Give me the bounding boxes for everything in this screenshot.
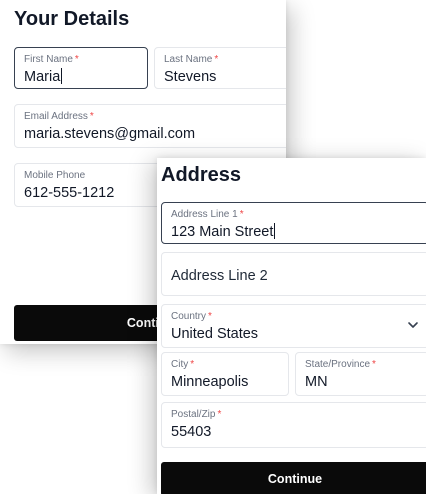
last-name-field[interactable]: Last Name * Stevens: [154, 47, 286, 89]
address-line1-label: Address Line 1: [171, 209, 238, 220]
city-value: Minneapolis: [171, 374, 249, 390]
last-name-value: Stevens: [164, 69, 217, 85]
state-province-label: State/Province: [305, 359, 371, 370]
postal-zip-field[interactable]: Postal/Zip * 55403: [161, 402, 426, 448]
postal-zip-value: 55403: [171, 424, 212, 440]
required-marker: *: [239, 209, 244, 220]
country-value: United States: [171, 326, 259, 342]
address-continue-button[interactable]: Continue: [161, 462, 426, 494]
email-value: maria.stevens@gmail.com: [24, 126, 196, 142]
required-marker: *: [217, 409, 222, 420]
address-line2-placeholder: Address Line 2: [171, 268, 268, 284]
details-title: Your Details: [14, 8, 130, 30]
first-name-field[interactable]: First Name * Maria: [14, 47, 148, 89]
required-marker: *: [208, 311, 212, 322]
postal-zip-label: Postal/Zip: [171, 409, 216, 420]
text-cursor: [61, 68, 63, 84]
address-line2-field[interactable]: Address Line 2: [161, 252, 426, 296]
city-field[interactable]: City * Minneapolis: [161, 352, 289, 396]
chevron-down-icon[interactable]: [407, 321, 419, 329]
required-marker: *: [74, 54, 79, 65]
address-card: Address Address Line 1 * 123 Main Street …: [157, 158, 426, 494]
email-field[interactable]: Email Address * maria.stevens@gmail.com: [14, 104, 286, 148]
required-marker: *: [214, 54, 219, 65]
first-name-label: First Name: [24, 54, 73, 65]
country-select[interactable]: Country * United States: [161, 304, 426, 348]
address-line1-value: 123 Main Street: [171, 224, 274, 240]
address-line1-field[interactable]: Address Line 1 * 123 Main Street: [161, 202, 426, 244]
required-marker: *: [89, 111, 94, 122]
text-cursor: [274, 223, 276, 239]
country-label: Country: [171, 311, 207, 322]
address-title: Address: [161, 164, 242, 186]
first-name-value: Maria: [24, 69, 61, 85]
state-province-field[interactable]: State/Province * MN: [295, 352, 426, 396]
last-name-label: Last Name: [164, 54, 213, 65]
city-label: City: [171, 359, 189, 370]
state-province-value: MN: [305, 374, 328, 390]
email-label: Email Address: [24, 111, 88, 122]
required-marker: *: [190, 359, 195, 370]
required-marker: *: [372, 359, 376, 370]
